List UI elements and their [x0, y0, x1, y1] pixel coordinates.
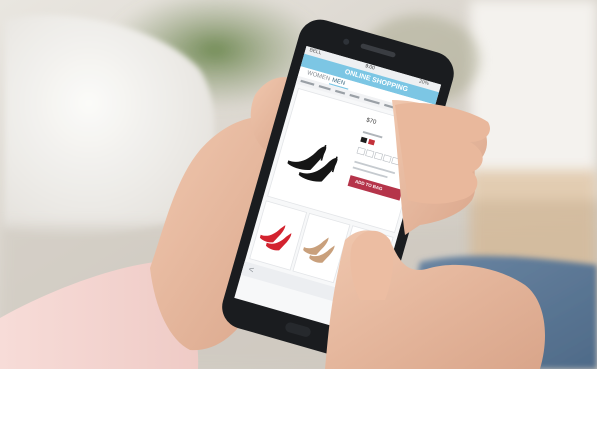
add-to-bag-label[interactable]: ADD TO BAG [354, 179, 383, 192]
back-arrow-icon[interactable]: < [247, 264, 255, 275]
status-time: 9:00 [364, 63, 376, 72]
status-battery: 20% [418, 78, 430, 88]
featured-price: $70 [365, 117, 377, 127]
tab-women[interactable]: WOMEN [306, 70, 330, 82]
phone-screen-ui: BELL 9:00 20% ONLINE SHOPPING WOMEN MEN … [0, 0, 597, 369]
app-title: ONLINE SHOPPING [343, 68, 409, 94]
tab-men[interactable]: MEN [331, 77, 345, 86]
status-carrier: BELL [308, 47, 323, 57]
